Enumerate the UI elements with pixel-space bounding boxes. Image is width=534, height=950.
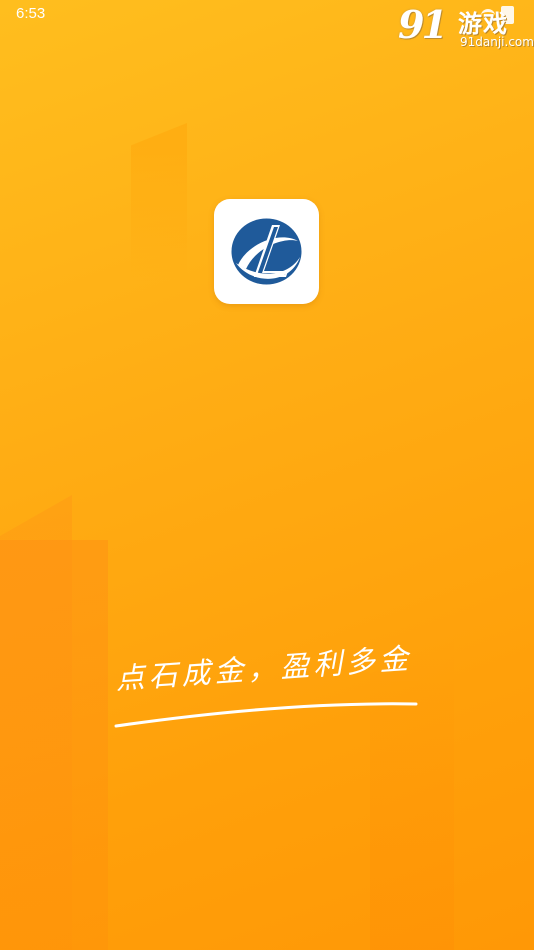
background-building-shape bbox=[0, 540, 108, 950]
watermark-text: 游戏 bbox=[458, 10, 508, 38]
watermark-domain: 91danji.com bbox=[460, 35, 534, 49]
splash-screen: 6:53 91 游戏 91danji.com 点石成金，盈利多金 bbox=[0, 0, 534, 950]
app-icon bbox=[214, 199, 319, 304]
watermark: 91 游戏 91danji.com bbox=[398, 2, 534, 54]
slogan-text: 点石成金，盈利多金 bbox=[114, 641, 414, 696]
background-building-shape bbox=[131, 123, 187, 283]
slogan: 点石成金，盈利多金 bbox=[110, 641, 420, 732]
status-time: 6:53 bbox=[16, 5, 46, 22]
watermark-logo: 91 bbox=[398, 2, 448, 47]
app-logo-icon bbox=[231, 218, 302, 285]
slogan-underline-stroke bbox=[114, 702, 418, 728]
